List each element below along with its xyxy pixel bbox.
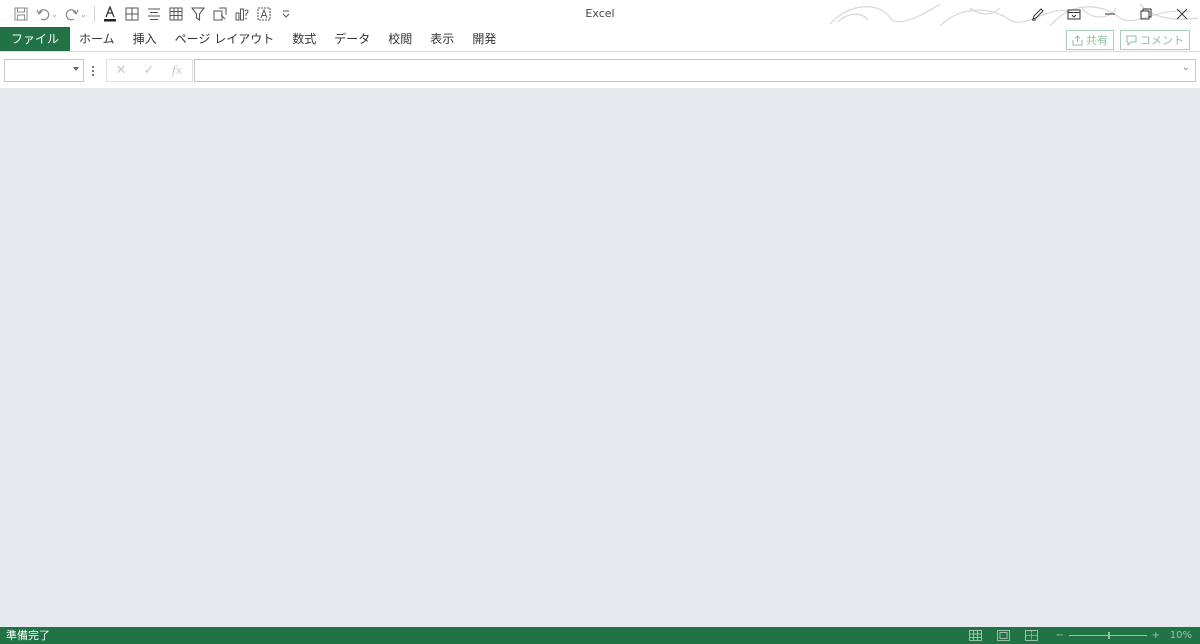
zoom-level[interactable]: 10%	[1170, 630, 1192, 641]
enter-icon[interactable]: ✓	[135, 60, 163, 81]
formula-bar-grip-icon[interactable]	[92, 65, 96, 77]
formula-input[interactable]: ⌄	[194, 59, 1196, 82]
ribbon-actions: 共有 コメント	[1066, 30, 1190, 50]
share-button[interactable]: 共有	[1066, 30, 1114, 50]
table-icon[interactable]	[165, 4, 187, 24]
page-break-view-icon[interactable]	[1018, 627, 1046, 644]
text-box-icon[interactable]	[253, 4, 275, 24]
save-icon[interactable]	[10, 4, 32, 24]
tab-data[interactable]: データ	[325, 27, 379, 51]
insert-function-icon[interactable]: fx	[163, 60, 191, 81]
zoom-out-button[interactable]: −	[1054, 630, 1066, 641]
tab-review[interactable]: 校閲	[379, 27, 421, 51]
customize-icon[interactable]	[275, 4, 297, 24]
ribbon: ファイル ホーム 挿入 ページ レイアウト 数式 データ 校閲 表示 開発 共有…	[0, 27, 1200, 52]
name-box[interactable]	[4, 59, 84, 82]
tab-insert[interactable]: 挿入	[124, 27, 166, 51]
tab-home[interactable]: ホーム	[70, 27, 124, 51]
font-color-icon[interactable]	[99, 4, 121, 24]
zoom-slider[interactable]: − +	[1054, 630, 1162, 641]
zoom-thumb[interactable]	[1107, 632, 1110, 639]
title-bar: ⌄ ⌄ Excel	[0, 0, 1200, 28]
formula-bar: ✕ ✓ fx ⌄	[0, 52, 1200, 88]
workspace-area	[0, 88, 1200, 627]
tab-view[interactable]: 表示	[421, 27, 463, 51]
window-controls	[1020, 0, 1200, 27]
tab-file[interactable]: ファイル	[0, 27, 71, 51]
tab-page-layout[interactable]: ページ レイアウト	[166, 27, 284, 51]
tab-formulas[interactable]: 数式	[283, 27, 325, 51]
tab-developer[interactable]: 開発	[463, 27, 505, 51]
cancel-icon[interactable]: ✕	[107, 60, 135, 81]
page-layout-view-icon[interactable]	[990, 627, 1018, 644]
ribbon-display-icon[interactable]	[1056, 0, 1092, 27]
comment-icon	[1126, 35, 1137, 46]
chart-icon[interactable]	[231, 4, 253, 24]
zoom-in-button[interactable]: +	[1150, 630, 1162, 641]
quick-access-toolbar: ⌄ ⌄	[10, 4, 297, 24]
expand-formula-icon[interactable]: ⌄	[1182, 62, 1190, 73]
toolbar-separator	[94, 6, 95, 22]
filter-icon[interactable]	[187, 4, 209, 24]
status-bar-controls: − + 10%	[962, 627, 1192, 644]
formula-buttons: ✕ ✓ fx	[106, 59, 193, 82]
ribbon-tabs: ファイル ホーム 挿入 ページ レイアウト 数式 データ 校閲 表示 開発	[0, 27, 1200, 51]
select-icon[interactable]	[209, 4, 231, 24]
status-text: 準備完了	[6, 629, 50, 642]
close-icon[interactable]	[1164, 0, 1200, 27]
share-icon	[1072, 34, 1083, 45]
undo-dropdown-icon[interactable]: ⌄	[51, 10, 59, 19]
restore-icon[interactable]	[1128, 0, 1164, 27]
borders-icon[interactable]	[121, 4, 143, 24]
minimize-icon[interactable]	[1092, 0, 1128, 27]
zoom-track[interactable]	[1068, 632, 1147, 639]
align-icon[interactable]	[143, 4, 165, 24]
share-label: 共有	[1086, 34, 1108, 47]
draw-pen-icon[interactable]	[1020, 0, 1056, 27]
redo-dropdown-icon[interactable]: ⌄	[80, 10, 88, 19]
status-bar: 準備完了 − + 10%	[0, 627, 1200, 644]
chevron-down-icon[interactable]	[73, 67, 79, 71]
comment-button[interactable]: コメント	[1120, 30, 1190, 50]
normal-view-icon[interactable]	[962, 627, 990, 644]
comment-label: コメント	[1140, 34, 1184, 47]
